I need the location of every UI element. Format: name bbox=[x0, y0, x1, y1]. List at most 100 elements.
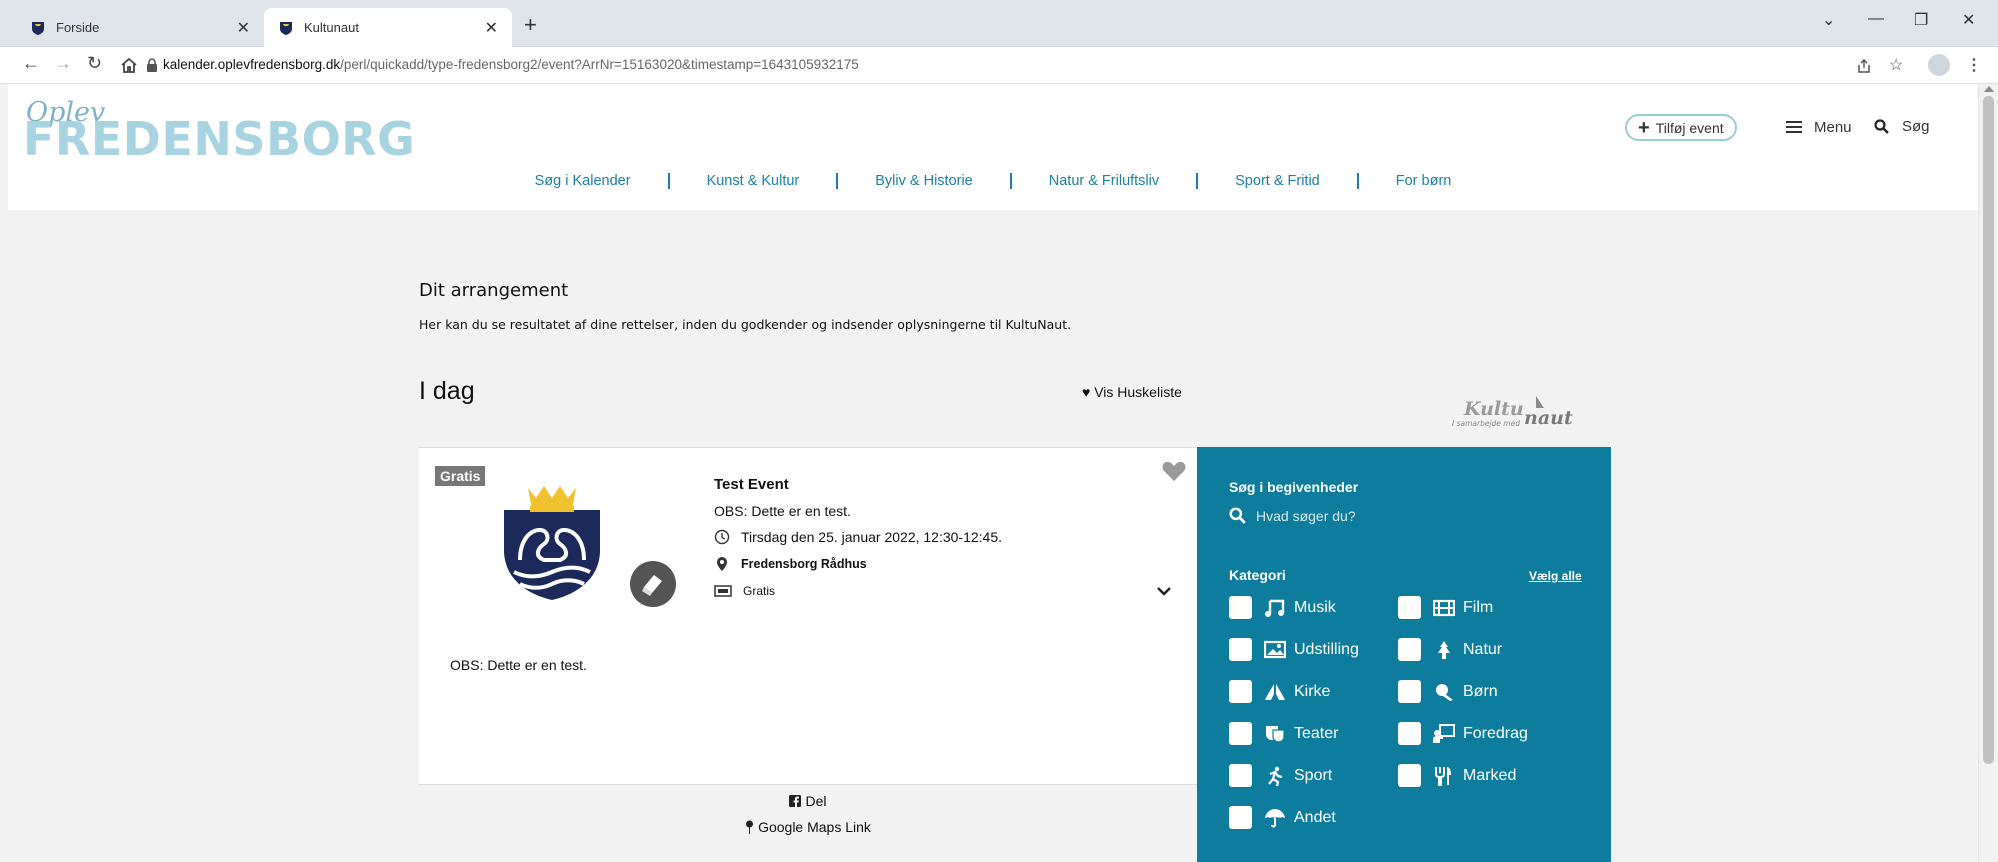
chevron-down-icon[interactable] bbox=[1156, 584, 1172, 598]
minimize-icon[interactable]: — bbox=[1868, 10, 1884, 28]
tab-forside[interactable]: Forside ✕ bbox=[16, 8, 264, 47]
close-tab-icon[interactable]: ✕ bbox=[485, 18, 498, 38]
svg-text:I samarbejde med: I samarbejde med bbox=[1452, 419, 1520, 428]
search-icon bbox=[1229, 507, 1246, 524]
kultunaut-partner-logo[interactable]: Kultu naut I samarbejde med bbox=[1452, 390, 1604, 430]
search-icon bbox=[1874, 119, 1889, 134]
url-field[interactable]: kalender.oplevfredensborg.dk/perl/quicka… bbox=[163, 57, 859, 72]
page-title: Dit arrangement bbox=[419, 280, 569, 301]
category-film[interactable]: Film bbox=[1398, 596, 1493, 619]
restore-icon[interactable]: ❐ bbox=[1914, 10, 1928, 30]
category-kirke[interactable]: Kirke bbox=[1229, 680, 1330, 703]
category-sport[interactable]: Sport bbox=[1229, 764, 1332, 787]
list-heading: I dag bbox=[419, 377, 475, 405]
free-badge: Gratis bbox=[435, 466, 486, 486]
add-to-watchlist-heart-icon[interactable] bbox=[1162, 460, 1186, 482]
event-price-row: Gratis bbox=[714, 584, 775, 598]
site-header: Oplev FREDENSBORG + Tilføj event Menu Sø… bbox=[8, 84, 1978, 210]
new-tab-icon[interactable]: + bbox=[524, 12, 537, 38]
select-all-link[interactable]: Vælg alle bbox=[1529, 569, 1582, 583]
heart-icon: ♥ bbox=[1082, 384, 1091, 400]
fredensborg-crest-image bbox=[504, 486, 600, 600]
book-icon bbox=[642, 575, 662, 596]
kebab-menu-icon[interactable]: ⋮ bbox=[1966, 55, 1982, 75]
reload-icon[interactable]: ↻ bbox=[87, 53, 102, 74]
scroll-up-arrow-icon[interactable] bbox=[1984, 86, 1994, 92]
category-andet[interactable]: Andet bbox=[1229, 806, 1336, 829]
back-icon[interactable]: ← bbox=[22, 53, 40, 74]
menu-button[interactable]: Menu bbox=[1786, 118, 1852, 136]
tab-kultunaut[interactable]: Kultunaut ✕ bbox=[264, 8, 512, 47]
cutlery-icon bbox=[1435, 766, 1451, 786]
nav-link-byliv-historie[interactable]: Byliv & Historie bbox=[836, 173, 1010, 189]
home-icon[interactable] bbox=[120, 57, 138, 74]
category-foredrag[interactable]: Foredrag bbox=[1398, 722, 1528, 745]
checkbox[interactable] bbox=[1229, 806, 1252, 829]
checkbox[interactable] bbox=[1229, 680, 1252, 703]
vertical-scrollbar[interactable] bbox=[1978, 84, 1998, 862]
close-window-icon[interactable]: ✕ bbox=[1962, 10, 1975, 30]
address-bar: ← → ↻ kalender.oplevfredensborg.dk/perl/… bbox=[0, 47, 1998, 84]
event-date-row: Tirsdag den 25. januar 2022, 12:30-12:45… bbox=[714, 529, 1002, 545]
hamburger-icon bbox=[1786, 118, 1802, 136]
nav-link-kunst-kultur[interactable]: Kunst & Kultur bbox=[667, 173, 837, 189]
map-pin-icon bbox=[746, 820, 754, 834]
event-place-row: Fredensborg Rådhus bbox=[714, 556, 867, 572]
checkbox[interactable] bbox=[1229, 638, 1252, 661]
checkbox[interactable] bbox=[1229, 722, 1252, 745]
facebook-share-link[interactable]: Del bbox=[789, 793, 827, 809]
logo-fredensborg[interactable]: FREDENSBORG bbox=[23, 112, 415, 166]
picture-icon bbox=[1264, 640, 1286, 658]
svg-text:naut: naut bbox=[1524, 407, 1573, 429]
scrollbar-thumb[interactable] bbox=[1983, 96, 1994, 764]
category-udstilling[interactable]: Udstilling bbox=[1229, 638, 1359, 661]
checkbox[interactable] bbox=[1398, 638, 1421, 661]
event-title[interactable]: Test Event bbox=[714, 476, 789, 493]
checkbox[interactable] bbox=[1398, 596, 1421, 619]
event-description: OBS: Dette er en test. bbox=[450, 657, 587, 673]
lecture-icon bbox=[1433, 723, 1455, 743]
star-icon[interactable]: ☆ bbox=[1889, 55, 1903, 75]
location-pin-icon bbox=[717, 557, 727, 571]
profile-icon[interactable] bbox=[1928, 54, 1950, 76]
child-icon bbox=[1436, 683, 1453, 701]
umbrella-icon bbox=[1265, 808, 1285, 827]
google-maps-link[interactable]: Google Maps Link bbox=[745, 819, 871, 835]
checkbox[interactable] bbox=[1398, 680, 1421, 703]
checkbox[interactable] bbox=[1398, 722, 1421, 745]
watchlist-link[interactable]: ♥ Vis Huskeliste bbox=[1082, 384, 1182, 400]
nav-link-kalender[interactable]: Søg i Kalender bbox=[498, 173, 668, 189]
clock-icon bbox=[714, 529, 730, 545]
praying-hands-icon bbox=[1265, 683, 1285, 700]
category-label: Kategori bbox=[1229, 567, 1286, 583]
checkbox[interactable] bbox=[1229, 764, 1252, 787]
event-note: OBS: Dette er en test. bbox=[714, 503, 851, 519]
category-born[interactable]: Børn bbox=[1398, 680, 1498, 703]
add-event-button[interactable]: + Tilføj event bbox=[1625, 114, 1737, 141]
main-navigation: Søg i Kalender Kunst & Kultur Byliv & Hi… bbox=[8, 173, 1978, 189]
category-musik[interactable]: Musik bbox=[1229, 596, 1336, 619]
nav-link-natur-friluftsliv[interactable]: Natur & Friluftsliv bbox=[1009, 173, 1196, 189]
search-button[interactable]: Søg bbox=[1874, 118, 1930, 135]
share-icon[interactable] bbox=[1856, 58, 1872, 74]
forward-icon[interactable]: → bbox=[54, 53, 72, 74]
sidebar-search-field[interactable]: Hvad søger du? bbox=[1229, 507, 1356, 524]
nav-link-sport-fritid[interactable]: Sport & Fritid bbox=[1196, 173, 1357, 189]
event-card: Gratis Test Event OBS: Dette er en test.… bbox=[419, 447, 1197, 809]
search-sidebar: Søg i begivenheder Hvad søger du? Katego… bbox=[1197, 447, 1611, 862]
checkbox[interactable] bbox=[1398, 764, 1421, 787]
music-note-icon bbox=[1265, 599, 1285, 617]
category-natur[interactable]: Natur bbox=[1398, 638, 1502, 661]
lock-icon[interactable] bbox=[146, 58, 158, 72]
maps-link-row: Google Maps Link bbox=[419, 819, 1197, 837]
category-marked[interactable]: Marked bbox=[1398, 764, 1516, 787]
close-tab-icon[interactable]: ✕ bbox=[237, 18, 250, 38]
running-icon bbox=[1268, 766, 1283, 786]
theater-masks-icon bbox=[1266, 725, 1285, 743]
category-teater[interactable]: Teater bbox=[1229, 722, 1338, 745]
facebook-icon bbox=[789, 795, 802, 807]
checkbox[interactable] bbox=[1229, 596, 1252, 619]
tab-search-icon[interactable]: ⌄ bbox=[1822, 10, 1835, 30]
tree-icon bbox=[1438, 640, 1450, 659]
nav-link-for-born[interactable]: For børn bbox=[1356, 173, 1489, 189]
